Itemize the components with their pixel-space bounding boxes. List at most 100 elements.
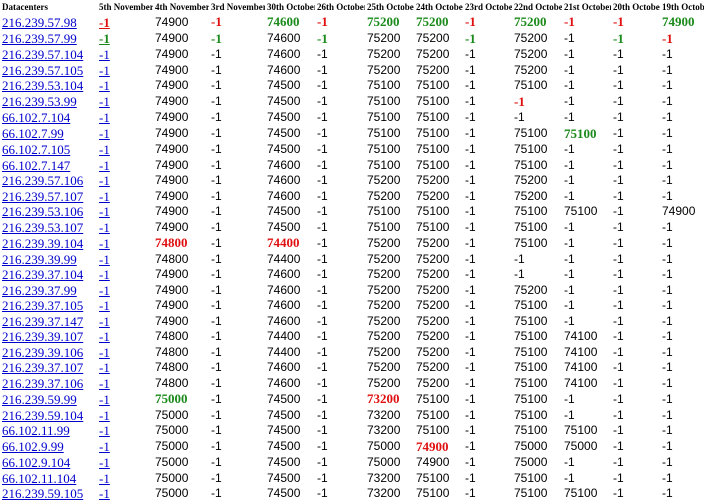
result-count-cell: -1 — [611, 142, 660, 158]
datacenter-link[interactable]: 216.239.39.107 — [2, 329, 83, 344]
result-count-cell: -1 — [97, 283, 153, 299]
datacenter-link[interactable]: 216.239.53.99 — [2, 94, 77, 109]
datacenter-link[interactable]: 66.102.9.99 — [2, 439, 64, 454]
result-count-value: -1 — [613, 94, 624, 108]
datacenter-link[interactable]: 216.239.37.104 — [2, 267, 83, 282]
result-count-cell: 74400 — [265, 235, 315, 252]
datacenter-cell: 216.239.57.98 — [0, 14, 97, 31]
result-link[interactable]: -1 — [99, 220, 110, 235]
result-link[interactable]: -1 — [99, 236, 110, 251]
result-count-cell: -1 — [209, 126, 265, 143]
result-link[interactable]: -1 — [99, 252, 110, 267]
result-count-cell: 75100 — [512, 360, 562, 376]
result-link[interactable]: -1 — [99, 126, 110, 141]
result-link[interactable]: -1 — [99, 345, 110, 360]
datacenter-link[interactable]: 66.102.11.104 — [2, 471, 76, 486]
result-link[interactable]: -1 — [99, 173, 110, 188]
result-link[interactable]: -1 — [99, 204, 110, 219]
result-count-value: 75100 — [514, 486, 548, 500]
table-body: 216.239.57.98 -1 74900 -1 74600 -1 75200 75200 -… — [0, 14, 704, 502]
result-link[interactable]: -1 — [99, 423, 110, 438]
column-header-date: 19th October — [662, 2, 704, 12]
result-count-value: -1 — [662, 267, 673, 281]
result-link[interactable]: -1 — [99, 267, 110, 282]
result-link[interactable]: -1 — [99, 15, 110, 30]
result-link[interactable]: -1 — [99, 47, 110, 62]
datacenter-link[interactable]: 66.102.7.105 — [2, 142, 70, 157]
result-count-value: -1 — [465, 486, 476, 500]
result-count-cell: 75100 — [414, 158, 463, 174]
result-count-cell: -1 — [463, 47, 512, 63]
result-link[interactable]: -1 — [99, 94, 110, 109]
result-count-value: 75100 — [367, 219, 401, 234]
datacenter-link[interactable]: 216.239.57.107 — [2, 189, 83, 204]
result-link[interactable]: -1 — [99, 329, 110, 344]
datacenter-link[interactable]: 66.102.9.104 — [2, 455, 70, 470]
result-link[interactable]: -1 — [99, 283, 110, 298]
result-count-cell: 75200 — [414, 298, 463, 314]
result-link[interactable]: -1 — [99, 408, 110, 423]
datacenter-link[interactable]: 216.239.53.106 — [2, 204, 83, 219]
result-link[interactable]: -1 — [99, 63, 110, 78]
datacenter-link[interactable]: 216.239.57.99 — [2, 31, 77, 46]
datacenter-link[interactable]: 66.102.7.147 — [2, 158, 70, 173]
datacenter-link[interactable]: 216.239.57.105 — [2, 63, 83, 78]
result-count-value: 74500 — [267, 204, 301, 218]
result-count-value: -1 — [613, 78, 624, 92]
datacenter-link[interactable]: 216.239.57.98 — [2, 15, 77, 30]
result-count-value: -1 — [662, 375, 673, 390]
datacenter-link[interactable]: 216.239.57.106 — [2, 173, 83, 188]
result-link[interactable]: -1 — [99, 455, 110, 470]
result-link[interactable]: -1 — [99, 189, 110, 204]
result-count-cell: -1 — [463, 486, 512, 502]
result-count-value: -1 — [465, 344, 476, 359]
result-link[interactable]: -1 — [99, 142, 110, 157]
result-link[interactable]: -1 — [99, 110, 110, 125]
result-link[interactable]: -1 — [99, 298, 110, 313]
datacenter-link[interactable]: 216.239.53.107 — [2, 220, 83, 235]
datacenter-link[interactable]: 66.102.7.104 — [2, 110, 70, 125]
result-link[interactable]: -1 — [99, 486, 110, 501]
datacenter-link[interactable]: 216.239.53.104 — [2, 78, 83, 93]
result-count-cell: -1 — [660, 486, 704, 502]
datacenter-link[interactable]: 66.102.11.99 — [2, 423, 70, 438]
result-count-cell: 74900 — [660, 204, 704, 220]
result-link[interactable]: -1 — [99, 314, 110, 329]
result-link[interactable]: -1 — [99, 78, 110, 93]
result-count-cell: 75200 — [365, 376, 414, 392]
result-count-cell: -1 — [562, 235, 611, 252]
result-count-value: -1 — [662, 391, 673, 406]
datacenter-link[interactable]: 216.239.59.99 — [2, 392, 77, 407]
result-count-value: 75100 — [416, 470, 450, 485]
datacenter-link[interactable]: 216.239.39.104 — [2, 236, 83, 251]
result-link[interactable]: -1 — [99, 376, 110, 391]
result-count-cell: -1 — [97, 471, 153, 487]
result-count-cell: 75200 — [414, 189, 463, 205]
result-link[interactable]: -1 — [99, 360, 110, 375]
datacenter-link[interactable]: 216.239.57.104 — [2, 47, 83, 62]
datacenter-link[interactable]: 216.239.37.107 — [2, 360, 83, 375]
result-link[interactable]: -1 — [99, 31, 110, 46]
datacenter-link[interactable]: 216.239.37.106 — [2, 376, 83, 391]
datacenter-link[interactable]: 216.239.37.105 — [2, 298, 83, 313]
result-count-value: 74600 — [267, 313, 301, 328]
result-link[interactable]: -1 — [99, 392, 110, 407]
result-count-cell: -1 — [209, 220, 265, 236]
result-link[interactable]: -1 — [99, 158, 110, 173]
datacenter-link[interactable]: 216.239.59.105 — [2, 486, 83, 501]
result-count-cell: -1 — [315, 486, 365, 502]
result-count-cell: 75000 — [512, 455, 562, 471]
result-count-cell: -1 — [315, 376, 365, 392]
datacenter-link[interactable]: 216.239.37.99 — [2, 283, 77, 298]
datacenter-link[interactable]: 216.239.37.147 — [2, 314, 83, 329]
result-count-value: 74900 — [155, 204, 189, 218]
result-link[interactable]: -1 — [99, 471, 110, 486]
result-count-value: 73200 — [367, 486, 401, 500]
result-link[interactable]: -1 — [99, 439, 110, 454]
datacenter-link[interactable]: 216.239.39.106 — [2, 345, 83, 360]
result-count-value: 75200 — [416, 329, 450, 343]
result-count-value: -1 — [317, 251, 328, 266]
datacenter-link[interactable]: 216.239.59.104 — [2, 408, 83, 423]
datacenter-link[interactable]: 216.239.39.99 — [2, 252, 77, 267]
datacenter-link[interactable]: 66.102.7.99 — [2, 126, 64, 141]
